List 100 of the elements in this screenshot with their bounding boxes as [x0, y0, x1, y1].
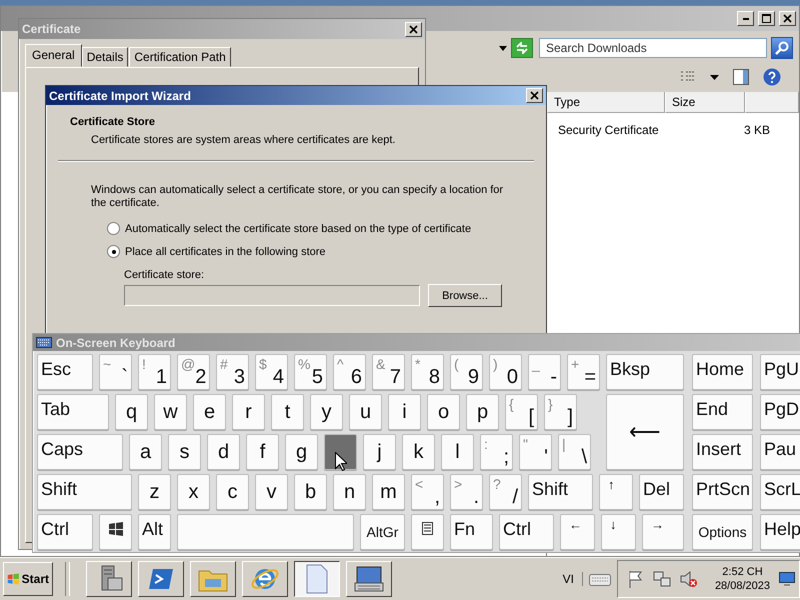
keyboard-key[interactable]: $ 4 [255, 354, 288, 390]
keyboard-key[interactable]: ^ 6 [333, 354, 366, 390]
keyboard-key[interactable]: Pau [760, 434, 800, 470]
close-button[interactable] [405, 22, 422, 36]
keyboard-key[interactable]: _ - [528, 354, 561, 390]
keyboard-key[interactable]: Options [692, 514, 753, 550]
keyboard-key[interactable]: m [372, 474, 405, 510]
keyboard-key[interactable]: w [154, 394, 187, 430]
keyboard-key[interactable]: q [115, 394, 148, 430]
keyboard-key[interactable]: x [177, 474, 210, 510]
close-button[interactable] [779, 11, 796, 26]
keyboard-key[interactable]: < , [411, 474, 444, 510]
keyboard-key[interactable]: o [427, 394, 460, 430]
keyboard-key[interactable]: Esc [37, 354, 93, 390]
keyboard-key[interactable]: Help [760, 514, 800, 550]
keyboard-key[interactable]: # 3 [216, 354, 249, 390]
keyboard-key[interactable]: * 8 [411, 354, 444, 390]
keyboard-key[interactable]: b [294, 474, 327, 510]
keyboard-key[interactable]: { [ [505, 394, 538, 430]
keyboard-key[interactable]: Home [692, 354, 753, 390]
keyboard-key[interactable]: ! 1 [138, 354, 171, 390]
help-button[interactable] [763, 68, 781, 86]
keyboard-key[interactable]: k [402, 434, 435, 470]
keyboard-key[interactable]: t [271, 394, 304, 430]
radio-button[interactable] [107, 245, 120, 258]
minimize-button[interactable] [737, 11, 754, 26]
enter-key[interactable]: ⟵ [606, 394, 684, 470]
keyboard-key[interactable]: r [232, 394, 265, 430]
keyboard-key[interactable]: ↑ [599, 474, 633, 510]
desktop-icon [779, 572, 795, 586]
keyboard-key[interactable]: d [207, 434, 240, 470]
keyboard-key[interactable]: u [349, 394, 382, 430]
preview-pane-button[interactable] [733, 69, 749, 85]
keyboard-key[interactable]: : ; [480, 434, 513, 470]
keyboard-key[interactable]: @ 2 [177, 354, 210, 390]
keyboard-key[interactable]: Ctrl [499, 514, 554, 550]
windows-logo-icon [108, 522, 124, 536]
keyboard-key[interactable]: n [333, 474, 366, 510]
menu-key[interactable] [411, 514, 444, 550]
keyboard-key[interactable]: % 5 [294, 354, 327, 390]
keyboard-key[interactable]: p [466, 394, 499, 430]
window-title: On-Screen Keyboard [56, 336, 176, 350]
keyboard-key[interactable]: " ' [519, 434, 552, 470]
keyboard-key[interactable]: e [193, 394, 226, 430]
keyboard-key[interactable]: & 7 [372, 354, 405, 390]
keyboard-key[interactable]: ↓ [601, 514, 636, 550]
keyboard-key[interactable]: i [388, 394, 421, 430]
keyboard-key[interactable]: + = [567, 354, 600, 390]
keyboard-key[interactable]: s [168, 434, 201, 470]
taskbar-button[interactable] [294, 561, 340, 597]
keyboard-key[interactable]: End [692, 394, 753, 430]
keyboard-key[interactable]: PgU [760, 354, 800, 390]
tab[interactable]: Certification Path [129, 47, 231, 67]
keyboard-key[interactable]: Insert [692, 434, 753, 470]
keyboard-key[interactable]: Bksp [606, 354, 684, 390]
keyboard-key[interactable]: → [642, 514, 684, 550]
column-header[interactable]: Size [665, 92, 745, 113]
keyboard-key[interactable]: ) 0 [489, 354, 522, 390]
search-button[interactable] [771, 37, 793, 59]
refresh-button[interactable] [511, 38, 533, 58]
keyboard-key[interactable]: AltGr [360, 514, 405, 550]
tab[interactable]: Details [82, 47, 128, 67]
keyboard-key[interactable]: a [129, 434, 162, 470]
keyboard-key[interactable]: ( 9 [450, 354, 483, 390]
keyboard-key[interactable]: > . [450, 474, 483, 510]
keyboard-key[interactable]: g [285, 434, 318, 470]
tab[interactable]: General [25, 44, 82, 67]
keyboard-key[interactable]: Caps [37, 434, 123, 470]
language-indicator[interactable]: VI [554, 572, 583, 586]
keyboard-key[interactable] [324, 434, 357, 470]
radio-button[interactable] [107, 222, 120, 235]
keyboard-key[interactable]: Del [639, 474, 684, 510]
keyboard-key[interactable]: l [441, 434, 474, 470]
browse-button[interactable]: Browse... [428, 284, 502, 307]
close-button[interactable] [526, 88, 543, 103]
keyboard-key[interactable]: j [363, 434, 396, 470]
keyboard-key[interactable]: Alt [138, 514, 171, 550]
view-menu-button[interactable] [710, 74, 719, 80]
keyboard-key[interactable]: Ctrl [37, 514, 93, 550]
keyboard-key[interactable]: z [138, 474, 171, 510]
windows-key[interactable] [99, 514, 132, 550]
keyboard-key[interactable]: PgD [760, 394, 800, 430]
start-button[interactable]: Start [3, 562, 53, 596]
close-icon [530, 91, 539, 100]
keyboard-key[interactable]: ~ ` [99, 354, 132, 390]
keyboard-key[interactable]: Fn [450, 514, 493, 550]
keyboard-key[interactable]: | \ [558, 434, 591, 470]
search-field[interactable]: Search Downloads [539, 38, 767, 58]
keyboard-key[interactable]: } ] [544, 394, 577, 430]
keyboard-key[interactable]: ← [560, 514, 595, 550]
keyboard-key[interactable]: ? / [489, 474, 522, 510]
keyboard-key[interactable]: f [246, 434, 279, 470]
maximize-button[interactable] [758, 11, 775, 26]
keyboard-key[interactable]: Shift [37, 474, 132, 510]
keyboard-key[interactable]: v [255, 474, 288, 510]
keyboard-key[interactable]: Tab [37, 394, 109, 430]
keyboard-key[interactable]: Shift [528, 474, 593, 510]
keyboard-key[interactable]: PrtScn [692, 474, 753, 510]
keyboard-key[interactable]: c [216, 474, 249, 510]
keyboard-key[interactable]: y [310, 394, 343, 430]
